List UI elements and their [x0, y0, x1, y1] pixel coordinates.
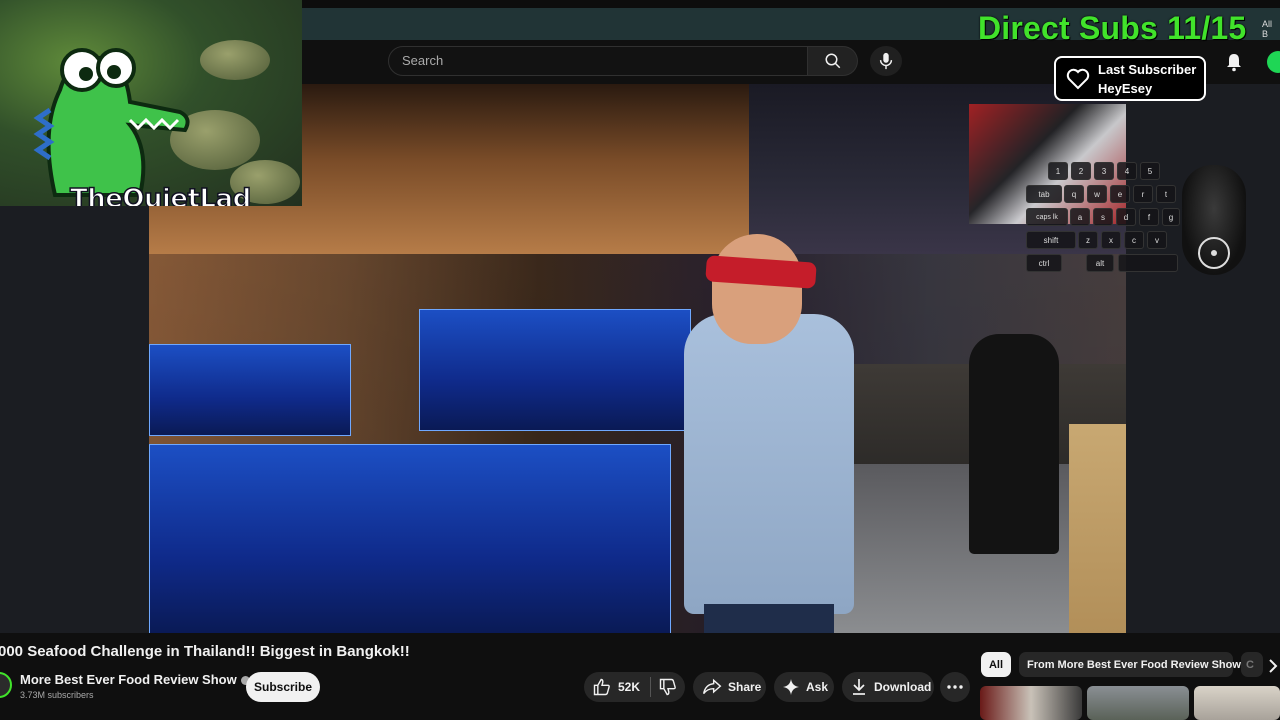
ask-button[interactable]: Ask — [774, 672, 834, 702]
key-e: e — [1110, 185, 1130, 203]
video-scene-shirt — [684, 314, 854, 614]
channel-name-text[interactable]: More Best Ever Food Review Show — [20, 672, 237, 687]
subscribe-button[interactable]: Subscribe — [246, 672, 320, 702]
ask-label[interactable]: Ask — [806, 680, 828, 694]
key-q: q — [1064, 185, 1084, 203]
more-actions-button[interactable] — [940, 672, 970, 702]
thumbs-down-icon[interactable] — [658, 677, 678, 697]
top-strip — [302, 0, 1280, 8]
key-s: s — [1093, 208, 1113, 226]
thumbs-up-icon[interactable] — [592, 677, 612, 697]
more-horizontal-icon — [947, 685, 963, 689]
last-subscriber-label: Last Subscriber — [1098, 61, 1197, 77]
video-scene-tank — [149, 444, 671, 633]
key-c: c — [1124, 231, 1144, 249]
key-z: z — [1078, 231, 1098, 249]
key-shift: shift — [1026, 231, 1076, 249]
last-subscriber-name: HeyEsey — [1098, 80, 1153, 96]
webcam-rock — [200, 40, 270, 80]
like-divider — [650, 677, 652, 697]
mouse-indicator-icon — [1198, 237, 1230, 269]
video-title: 000 Seafood Challenge in Thailand!! Bigg… — [0, 643, 410, 660]
share-button[interactable]: Share — [693, 672, 766, 702]
channel-name[interactable]: More Best Ever Food Review Show — [20, 672, 250, 687]
share-icon — [702, 678, 722, 695]
key-r: r — [1133, 185, 1153, 203]
video-scene-head — [712, 234, 802, 344]
chevron-right-icon — [1269, 659, 1278, 673]
key-3: 3 — [1094, 162, 1114, 180]
key-1: 1 — [1048, 162, 1068, 180]
notifications-button[interactable] — [1222, 50, 1246, 74]
mouse-overlay — [1182, 165, 1246, 275]
download-label[interactable]: Download — [874, 680, 931, 694]
share-label[interactable]: Share — [728, 680, 761, 694]
chips-next-button[interactable] — [1266, 656, 1280, 676]
key-g: g — [1162, 208, 1180, 226]
subscriber-count: 3.73M subscribers — [20, 690, 94, 700]
crocodile-avatar-icon — [33, 48, 190, 197]
last-subscriber-widget: Last Subscriber HeyEsey — [1054, 56, 1206, 101]
video-scene-host — [684, 234, 864, 633]
key-x: x — [1101, 231, 1121, 249]
key-caps-lock: caps lk — [1026, 208, 1068, 226]
video-scene-tank — [149, 344, 351, 436]
key-2: 2 — [1071, 162, 1091, 180]
key-t: t — [1156, 185, 1176, 203]
key-alt: alt — [1086, 254, 1114, 272]
key-f: f — [1139, 208, 1159, 226]
recommended-thumbnail[interactable] — [1194, 686, 1280, 720]
video-scene-jeans — [704, 604, 834, 633]
recommended-thumbnail[interactable] — [980, 686, 1082, 720]
chip-from-channel[interactable]: From More Best Ever Food Review Show — [1019, 652, 1241, 677]
direct-subs-counter: Direct Subs 11/15 — [978, 10, 1247, 46]
sparkle-icon — [783, 679, 799, 695]
key-tab: tab — [1026, 185, 1062, 203]
download-button[interactable]: Download — [842, 672, 934, 702]
search-icon — [825, 53, 840, 69]
key-space — [1118, 254, 1178, 272]
webcam-name: TheQuietLad — [69, 183, 252, 206]
key-d: d — [1116, 208, 1136, 226]
video-scene-boxes — [1069, 424, 1126, 633]
microphone-icon — [879, 52, 893, 70]
key-v: v — [1147, 231, 1167, 249]
chip-partial[interactable]: C — [1241, 652, 1263, 677]
webcam-overlay: TheQuietLad — [0, 0, 302, 206]
key-w: w — [1087, 185, 1107, 203]
chip-all[interactable]: All — [981, 652, 1011, 677]
search-button[interactable] — [808, 46, 858, 76]
bell-icon — [1227, 54, 1241, 72]
search-input[interactable]: Search — [388, 46, 808, 76]
video-scene-vendor — [969, 334, 1059, 554]
voice-search-button[interactable] — [870, 46, 902, 76]
key-5: 5 — [1140, 162, 1160, 180]
key-ctrl: ctrl — [1026, 254, 1062, 272]
key-4: 4 — [1117, 162, 1137, 180]
key-a: a — [1070, 208, 1090, 226]
top-right-label: All B — [1262, 19, 1273, 39]
like-count[interactable]: 52K — [618, 680, 640, 694]
heart-icon — [1066, 68, 1090, 89]
keyboard-overlay: 1 2 3 4 5 tab q w e r t caps lk a s d f … — [1024, 162, 1180, 276]
like-dislike-group: 52K — [584, 672, 685, 702]
download-icon — [853, 679, 865, 695]
recommended-thumbnail[interactable] — [1087, 686, 1189, 720]
video-scene-tank — [419, 309, 691, 431]
